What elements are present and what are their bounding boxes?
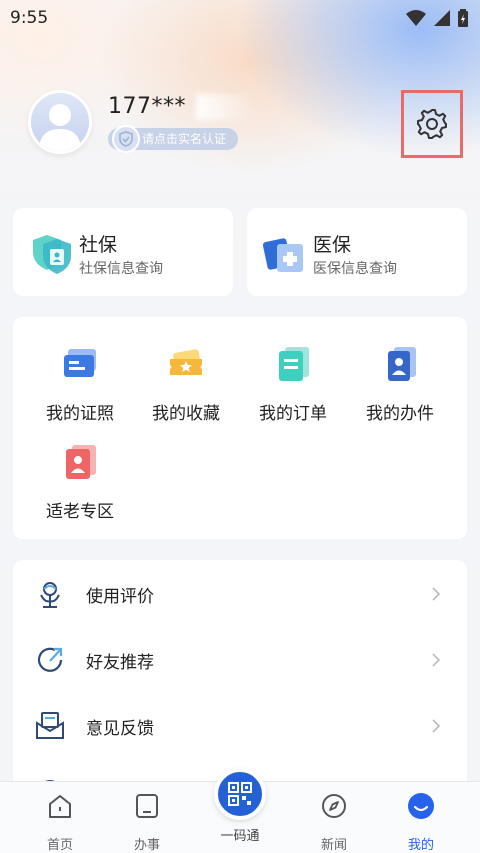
grid-item-favorites[interactable]: 我的收藏 [132, 345, 240, 424]
home-icon [49, 795, 71, 818]
list-item-recommend[interactable]: 好友推荐 [13, 629, 467, 691]
wifi-icon [406, 10, 426, 26]
social-security-card[interactable]: 社保 社保信息查询 [13, 208, 233, 296]
chevron-right-icon [432, 653, 441, 667]
case-file-icon [388, 347, 416, 381]
tab-label: 首页 [46, 838, 73, 853]
tab-qr-code-label: 一码通 [220, 829, 260, 844]
user-avatar-icon [39, 104, 81, 151]
grid-item-label: 我的证照 [46, 404, 114, 424]
tab-mine[interactable]: 我的 [381, 792, 461, 853]
list-item-label: 好友推荐 [86, 652, 154, 673]
battery-icon [458, 9, 468, 27]
grid-item-orders[interactable]: 我的订单 [239, 345, 347, 424]
settings-list: 使用评价 好友推荐 意见反馈 [13, 560, 467, 790]
settings-button[interactable] [401, 90, 463, 158]
avatar[interactable] [28, 90, 92, 154]
list-item-label: 意见反馈 [86, 718, 154, 739]
share-icon [37, 647, 63, 672]
phone-number: 177*** [108, 94, 186, 119]
profile-section: 177*** 请点击实名认证 [28, 90, 448, 170]
tab-affairs[interactable]: 办事 [107, 792, 187, 853]
status-time: 9:55 [10, 8, 49, 28]
list-item-evaluation[interactable]: 使用评价 [13, 563, 467, 625]
insurance-title: 医保 [313, 234, 352, 256]
insurance-subtitle: 医保信息查询 [313, 261, 397, 277]
tab-home[interactable]: 首页 [20, 792, 100, 853]
grid-item-label: 我的订单 [259, 404, 327, 424]
status-icons [406, 9, 468, 27]
affairs-icon [136, 794, 158, 818]
my-services-card: 我的证照 我的收藏 我的订单 我的办件 适老专区 [13, 317, 467, 539]
social-security-icon [33, 235, 71, 274]
gear-icon [417, 109, 447, 139]
grid-item-label: 我的办件 [366, 404, 434, 424]
favorites-ticket-icon [170, 349, 202, 375]
profile-icon [408, 793, 434, 819]
grid-item-elderly-zone[interactable]: 适老专区 [26, 443, 134, 522]
insurance-subtitle: 社保信息查询 [79, 261, 163, 277]
chevron-right-icon [432, 719, 441, 733]
grid-item-licenses[interactable]: 我的证照 [26, 345, 134, 424]
tab-qr-code[interactable] [214, 768, 266, 820]
list-item-label: 使用评价 [86, 586, 154, 607]
elderly-zone-icon [66, 445, 96, 479]
grid-item-label: 我的收藏 [152, 404, 220, 424]
signal-icon [434, 10, 450, 26]
license-card-icon [64, 349, 96, 377]
insurance-title: 社保 [79, 234, 118, 256]
verify-identity-badge[interactable]: 请点击实名认证 [108, 125, 239, 153]
feedback-icon [36, 712, 64, 739]
medical-insurance-icon [263, 238, 303, 272]
shield-icon [112, 125, 140, 153]
qr-code-icon [228, 782, 252, 806]
grid-item-label: 适老专区 [46, 502, 114, 522]
tab-label: 我的 [407, 838, 434, 853]
compass-icon [322, 794, 346, 818]
grid-item-cases[interactable]: 我的办件 [346, 345, 454, 424]
verify-label: 请点击实名认证 [142, 132, 227, 146]
tab-label: 新闻 [320, 838, 347, 853]
list-item-feedback[interactable]: 意见反馈 [13, 695, 467, 757]
order-document-icon [279, 347, 309, 381]
tab-label: 办事 [133, 838, 160, 853]
tab-news[interactable]: 新闻 [294, 792, 374, 853]
status-bar: 9:55 [0, 0, 480, 36]
phone-mask [196, 94, 256, 120]
medical-insurance-card[interactable]: 医保 医保信息查询 [247, 208, 467, 296]
chevron-right-icon [432, 587, 441, 601]
evaluation-icon [40, 582, 60, 608]
